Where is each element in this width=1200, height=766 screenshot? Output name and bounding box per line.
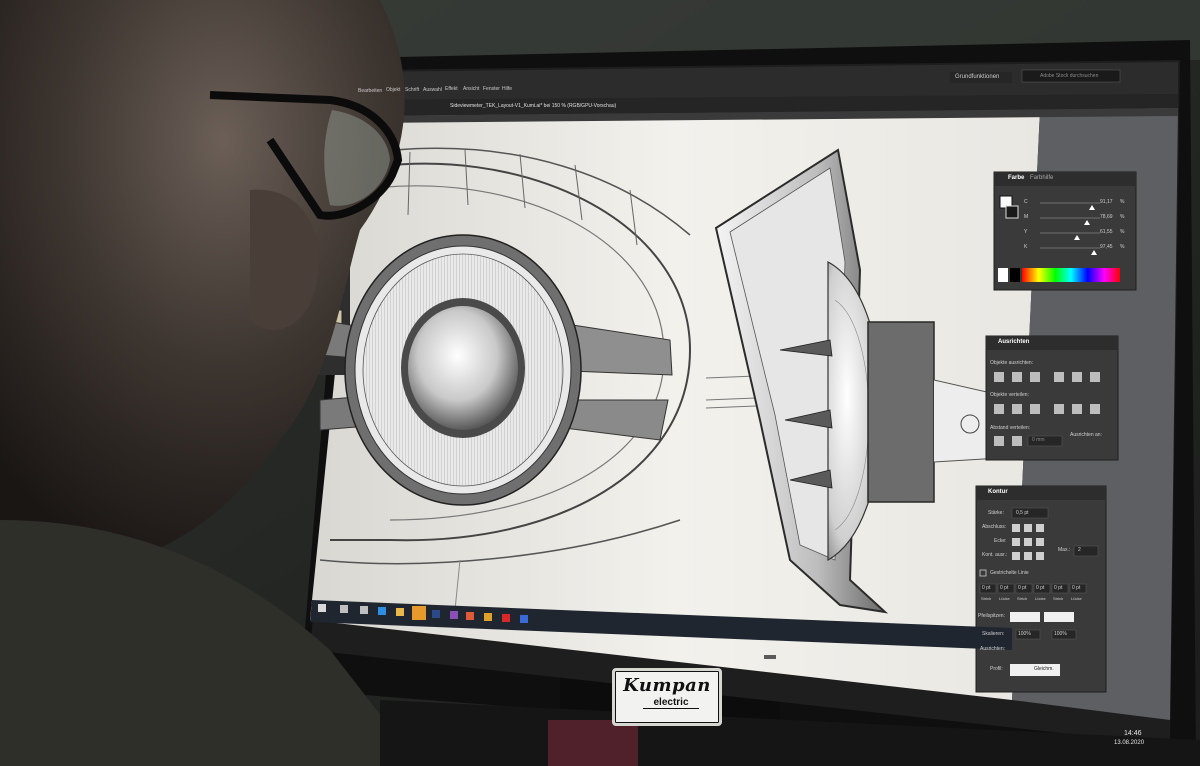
scale-label: Skalieren: — [982, 631, 1005, 637]
black-label: K — [1024, 244, 1028, 250]
yellow-label: Y — [1024, 229, 1028, 235]
farbhilfe-tab[interactable]: Farbhilfe — [1030, 175, 1053, 181]
align-to-label: Ausrichten an: — [1070, 432, 1102, 438]
power-led — [764, 655, 776, 659]
dash-label: Strich — [1017, 596, 1028, 601]
pink-object — [548, 720, 638, 766]
dash-value[interactable]: 0 pt — [1054, 585, 1062, 591]
workspace-switcher[interactable]: Grundfunktionen — [955, 74, 999, 80]
kontur-panel-title[interactable]: Kontur — [988, 489, 1008, 495]
yellow-value[interactable]: 61,55 — [1100, 229, 1113, 235]
kont-ausr-label: Kont. ausr.: — [982, 552, 1008, 558]
menu-item[interactable]: Hilfe — [502, 86, 512, 92]
side-body — [867, 321, 935, 503]
scale-end-input[interactable]: 100% — [1054, 631, 1067, 637]
gap-value[interactable]: 0 pt — [1072, 585, 1080, 591]
search-input[interactable]: Adobe Stock durchsuchen — [1040, 73, 1098, 79]
staerke-input[interactable]: 0,5 pt — [1016, 510, 1029, 516]
kontur-buttons — [1012, 524, 1044, 560]
yellow-unit: % — [1120, 229, 1125, 235]
abschluss-label: Abschluss: — [982, 524, 1007, 530]
black-value[interactable]: 97,45 — [1100, 244, 1113, 250]
profile-label: Profil: — [990, 666, 1003, 672]
menu-item[interactable]: Bearbeiten — [358, 88, 382, 94]
magenta-value[interactable]: 78,69 — [1100, 214, 1113, 220]
cyan-unit: % — [1120, 199, 1125, 205]
ausrichten-panel-title[interactable]: Ausrichten — [998, 339, 1029, 345]
staerke-label: Stärke: — [988, 510, 1004, 516]
stroke-swatch — [1005, 205, 1019, 219]
distance-label: Abstand verteilen: — [990, 425, 1031, 431]
lamp-lens — [408, 306, 518, 430]
dash-label: Strich — [1053, 596, 1064, 601]
farbe-panel-title[interactable]: Farbe — [1008, 175, 1024, 181]
dash-value[interactable]: 0 pt — [1018, 585, 1026, 591]
cyan-label: C — [1024, 199, 1028, 205]
spectrum-white — [998, 268, 1008, 282]
align-arrows-label: Ausrichten: — [980, 646, 1006, 652]
ecke-label: Ecke: — [994, 538, 1007, 544]
cyan-value[interactable]: 91,17 — [1100, 199, 1113, 205]
menu-item[interactable]: Effekt — [445, 86, 458, 92]
spectrum-black — [1010, 268, 1020, 282]
objects-align-label: Objekte ausrichten: — [990, 360, 1034, 366]
gehrung-input[interactable]: 2 — [1078, 547, 1081, 553]
gehrung-label: Max.: — [1058, 547, 1071, 553]
photo-scene — [0, 0, 1200, 766]
gap-label: Lücke — [999, 596, 1010, 601]
distance-input[interactable]: 0 mm — [1032, 437, 1045, 443]
dashed-line-label[interactable]: Gestrichelte Linie — [990, 570, 1029, 576]
menu-item[interactable]: Ansicht — [463, 86, 479, 92]
magenta-unit: % — [1120, 214, 1125, 220]
gap-label: Lücke — [1071, 596, 1082, 601]
profile-select[interactable]: Gleichm. — [1034, 666, 1054, 672]
arrowheads-label: Pfeilspitzen: — [978, 613, 1005, 619]
tab-document[interactable]: Sideviewmeter_TEK_Layout-V1_Kumi.ai* bei… — [450, 103, 616, 109]
menu-item[interactable]: Schrift — [405, 87, 419, 93]
gap-label: Lücke — [1035, 596, 1046, 601]
menu-item[interactable]: Auswahl — [423, 87, 442, 93]
gap-value[interactable]: 0 pt — [1036, 585, 1044, 591]
menu-item[interactable]: Fenster — [483, 86, 500, 92]
dash-value[interactable]: 0 pt — [982, 585, 990, 591]
black-unit: % — [1120, 244, 1125, 250]
gap-value[interactable]: 0 pt — [1000, 585, 1008, 591]
scale-start-input[interactable]: 100% — [1018, 631, 1031, 637]
menu-item[interactable]: Objekt — [386, 87, 400, 93]
spectrum-bar — [1022, 268, 1120, 282]
objects-distribute-label: Objekte verteilen: — [990, 392, 1029, 398]
dash-label: Strich — [981, 596, 992, 601]
magenta-label: M — [1024, 214, 1029, 220]
